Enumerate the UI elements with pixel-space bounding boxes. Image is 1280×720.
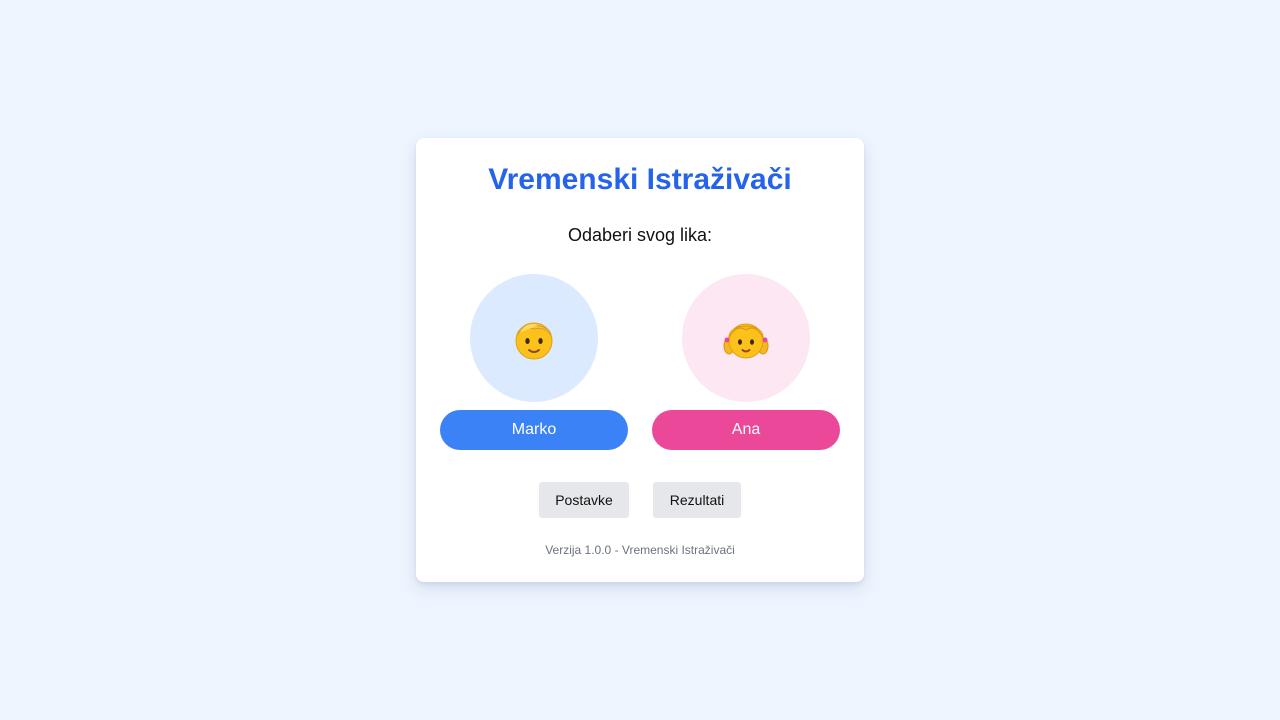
character-option-marko: Marko <box>440 274 628 450</box>
choose-character-prompt: Odaberi svog lika: <box>567 225 713 245</box>
select-ana-button[interactable]: Ana <box>652 410 840 450</box>
girl-face-icon <box>723 323 769 359</box>
page-title: Vremenski Istraživači <box>488 163 792 196</box>
select-marko-button[interactable]: Marko <box>440 410 628 450</box>
results-button[interactable]: Rezultati <box>653 482 741 518</box>
character-select-card: Vremenski Istraživači Odaberi svog lika:… <box>416 138 864 582</box>
avatar-ana[interactable] <box>682 274 810 402</box>
settings-button[interactable]: Postavke <box>539 482 629 518</box>
avatar-marko[interactable] <box>470 274 598 402</box>
boy-face-icon <box>515 322 553 360</box>
character-option-ana: Ana <box>652 274 840 450</box>
version-footer: Verzija 1.0.0 - Vremenski Istraživači <box>545 543 735 557</box>
